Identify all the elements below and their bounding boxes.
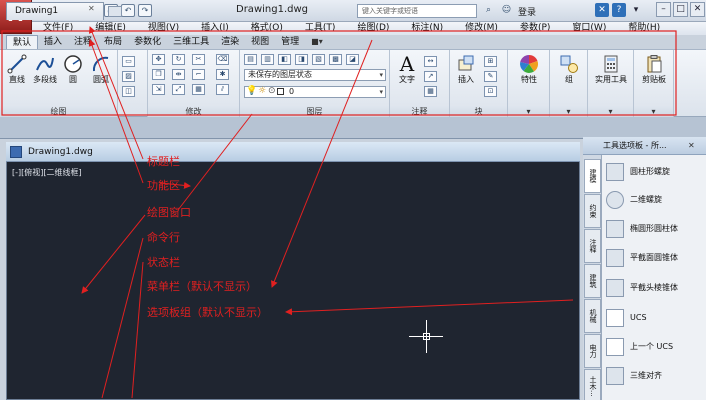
- annotation-title-bar: 标题栏: [147, 155, 180, 168]
- annotation-command-line: 命令行: [147, 231, 180, 244]
- annotation-menu-bar: 菜单栏（默认不显示）: [147, 280, 257, 293]
- annotation-status-bar: 状态栏: [147, 256, 180, 269]
- ribbon-highlight-box: [1, 30, 677, 116]
- annotation-palette-group: 选项板组（默认不显示）: [147, 306, 268, 319]
- annotation-drawing-window: 绘图窗口: [147, 206, 191, 219]
- annotation-arrows: [1, 26, 677, 399]
- annotation-ribbon: 功能区: [147, 179, 180, 192]
